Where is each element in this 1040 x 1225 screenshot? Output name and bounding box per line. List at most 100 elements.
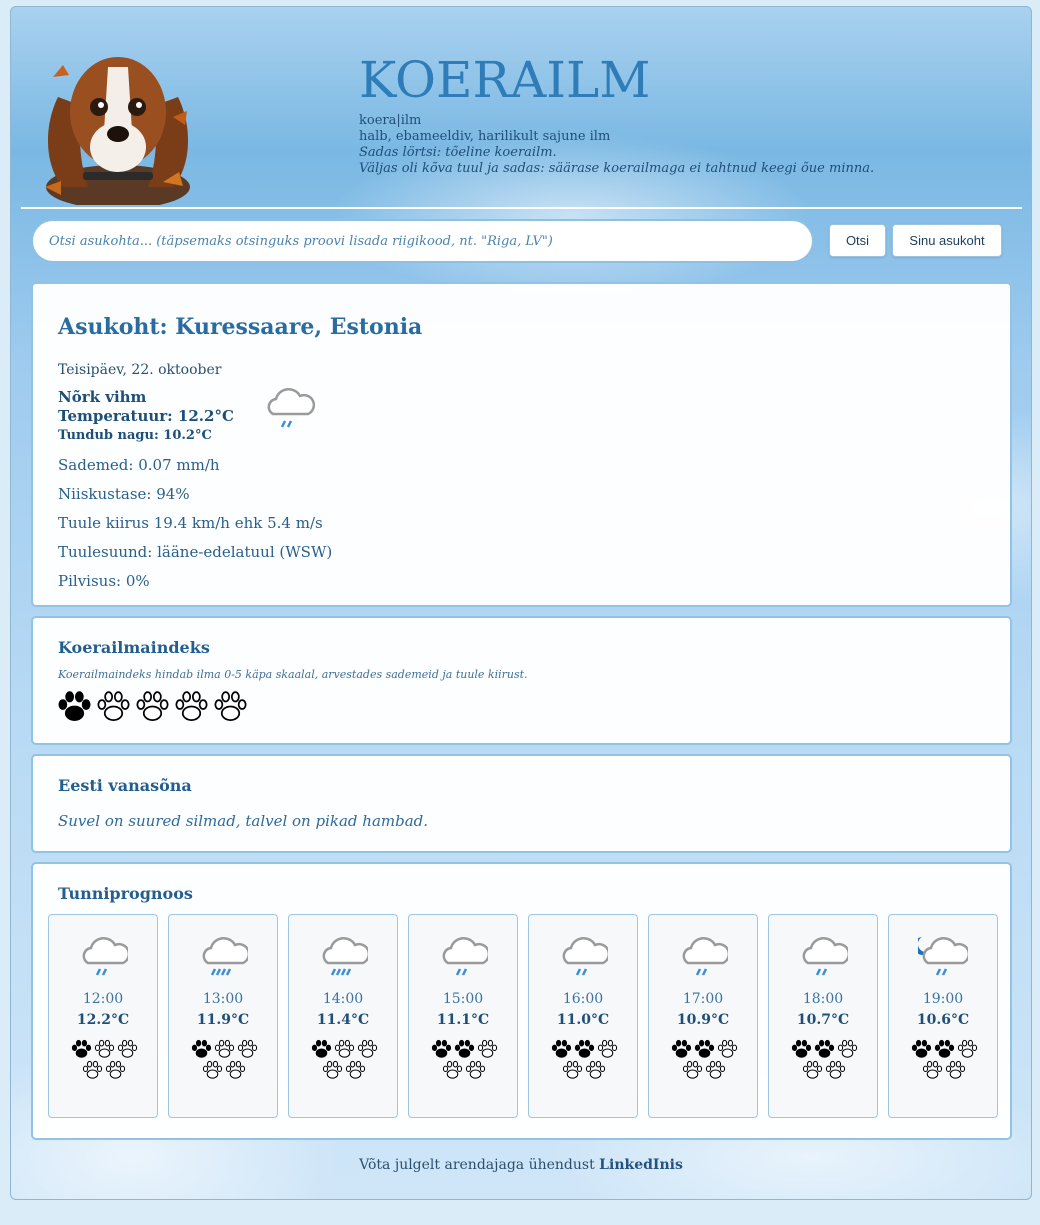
hour-item: 19:00 10.6°C: [888, 914, 998, 1118]
paw-outline-icon: [97, 691, 130, 721]
paw-outline-icon: [837, 1039, 857, 1058]
search-button[interactable]: Otsi: [829, 224, 886, 257]
paw-outline-icon: [345, 1060, 366, 1079]
hour-item: 15:00 11.1°C: [408, 914, 518, 1118]
hour-paw-rating: [669, 1039, 739, 1080]
light-rain-icon: [682, 936, 728, 976]
hour-temperature: 10.9°C: [676, 1012, 730, 1028]
paw-filled-icon: [454, 1039, 474, 1058]
hour-paw-rating: [549, 1039, 619, 1080]
paw-outline-icon: [597, 1039, 617, 1058]
paw-filled-icon: [71, 1039, 91, 1058]
temperature: Temperatuur: 12.2°C: [58, 407, 234, 425]
wind-speed: Tuule kiirus 19.4 km/h ehk 5.4 m/s: [58, 514, 323, 532]
hourly-forecast-card: Tunniprognoos 12:00 12.2°C 13:00 11.9°C 14:0…: [31, 862, 1012, 1140]
paw-outline-icon: [705, 1060, 726, 1079]
hour-temperature: 10.6°C: [916, 1012, 970, 1028]
paw-outline-icon: [802, 1060, 823, 1079]
header-divider: [21, 207, 1022, 209]
paw-outline-icon: [465, 1060, 486, 1079]
humidity: Niiskustase: 94%: [58, 485, 190, 503]
proverb-card: Eesti vanasõna Suvel on suured silmad, t…: [31, 754, 1012, 853]
hourly-list: 12:00 12.2°C 13:00 11.9°C 14:00 11.4°C 15:00 11…: [48, 914, 998, 1118]
location-title: Asukoht: Kuressaare, Estonia: [58, 314, 423, 340]
hour-time: 16:00: [562, 991, 604, 1007]
paw-outline-icon: [442, 1060, 463, 1079]
hour-time: 19:00: [922, 991, 964, 1007]
dog-weather-index-card: Koerailmaindeks Koerailmaindeks hindab i…: [31, 616, 1012, 745]
paw-filled-icon: [694, 1039, 714, 1058]
paw-filled-icon: [551, 1039, 571, 1058]
light-rain-icon: [267, 387, 316, 428]
hourly-heading: Tunniprognoos: [58, 884, 193, 903]
light-rain-icon: [802, 936, 848, 976]
hour-paw-rating: [69, 1039, 139, 1080]
paw-outline-icon: [945, 1060, 966, 1079]
paw-outline-icon: [175, 691, 208, 721]
hour-time: 18:00: [802, 991, 844, 1007]
paw-outline-icon: [202, 1060, 223, 1079]
hour-item: 12:00 12.2°C: [48, 914, 158, 1118]
wind-direction: Tuulesuund: lääne-edelatuul (WSW): [58, 543, 333, 561]
hour-item: 14:00 11.4°C: [288, 914, 398, 1118]
paw-filled-icon: [791, 1039, 811, 1058]
hour-paw-rating: [189, 1039, 259, 1080]
hour-temperature: 11.0°C: [556, 1012, 610, 1028]
paw-outline-icon: [825, 1060, 846, 1079]
paw-filled-icon: [431, 1039, 451, 1058]
paw-outline-icon: [136, 691, 169, 721]
hour-paw-rating: [909, 1039, 979, 1080]
hour-item: 18:00 10.7°C: [768, 914, 878, 1118]
paw-outline-icon: [585, 1060, 606, 1079]
page-frame: KOERAILM koera|ilm halb, ebameeldiv, har…: [10, 6, 1032, 1200]
moderate-rain-icon: [202, 936, 248, 976]
current-date: Teisipäev, 22. oktoober: [58, 362, 222, 378]
paw-outline-icon: [214, 1039, 234, 1058]
index-note: Koerailmaindeks hindab ilma 0-5 käpa ska…: [58, 668, 528, 681]
hour-temperature: 11.4°C: [316, 1012, 370, 1028]
site-title: KOERAILM: [359, 51, 651, 109]
footer-text: Võta julgelt arendajaga ühendust: [359, 1157, 600, 1173]
hour-time: 12:00: [82, 991, 124, 1007]
paw-filled-icon: [911, 1039, 931, 1058]
paw-filled-icon: [58, 691, 91, 721]
proverb-heading: Eesti vanasõna: [58, 776, 192, 795]
paw-outline-icon: [225, 1060, 246, 1079]
light-rain-icon: [442, 936, 488, 976]
precipitation: Sademed: 0.07 mm/h: [58, 456, 220, 474]
paw-filled-icon: [814, 1039, 834, 1058]
dog-logo: [45, 57, 190, 205]
hour-item: 16:00 11.0°C: [528, 914, 638, 1118]
hour-temperature: 10.7°C: [796, 1012, 850, 1028]
hour-time: 14:00: [322, 991, 364, 1007]
hour-temperature: 11.1°C: [436, 1012, 490, 1028]
hour-paw-rating: [429, 1039, 499, 1080]
hour-item: 13:00 11.9°C: [168, 914, 278, 1118]
night-light-rain-icon: [918, 936, 968, 976]
hour-temperature: 11.9°C: [196, 1012, 250, 1028]
light-rain-icon: [82, 936, 128, 976]
paw-filled-icon: [671, 1039, 691, 1058]
cloud-cover: Pilvisus: 0%: [58, 572, 150, 590]
current-weather-card: Asukoht: Kuressaare, Estonia Teisipäev, …: [31, 282, 1012, 607]
feels-like: Tundub nagu: 10.2°C: [58, 428, 212, 443]
hour-time: 17:00: [682, 991, 724, 1007]
hour-temperature: 12.2°C: [76, 1012, 130, 1028]
paw-outline-icon: [922, 1060, 943, 1079]
my-location-button[interactable]: Sinu asukoht: [892, 224, 1002, 257]
index-paw-rating: [57, 690, 248, 723]
paw-outline-icon: [214, 691, 247, 721]
hour-time: 13:00: [202, 991, 244, 1007]
hour-paw-rating: [789, 1039, 859, 1080]
paw-outline-icon: [237, 1039, 257, 1058]
proverb-text: Suvel on suured silmad, talvel on pikad …: [58, 812, 429, 830]
dict-definition: halb, ebameeldiv, harilikult sajune ilm: [359, 129, 611, 144]
dict-word: koera|ilm: [359, 113, 422, 128]
hour-time: 15:00: [442, 991, 484, 1007]
paw-filled-icon: [311, 1039, 331, 1058]
dictionary-entry: koera|ilm halb, ebameeldiv, harilikult s…: [359, 113, 874, 177]
paw-outline-icon: [357, 1039, 377, 1058]
search-input[interactable]: [31, 219, 814, 263]
paw-outline-icon: [717, 1039, 737, 1058]
linkedin-link[interactable]: LinkedInis: [599, 1157, 683, 1173]
